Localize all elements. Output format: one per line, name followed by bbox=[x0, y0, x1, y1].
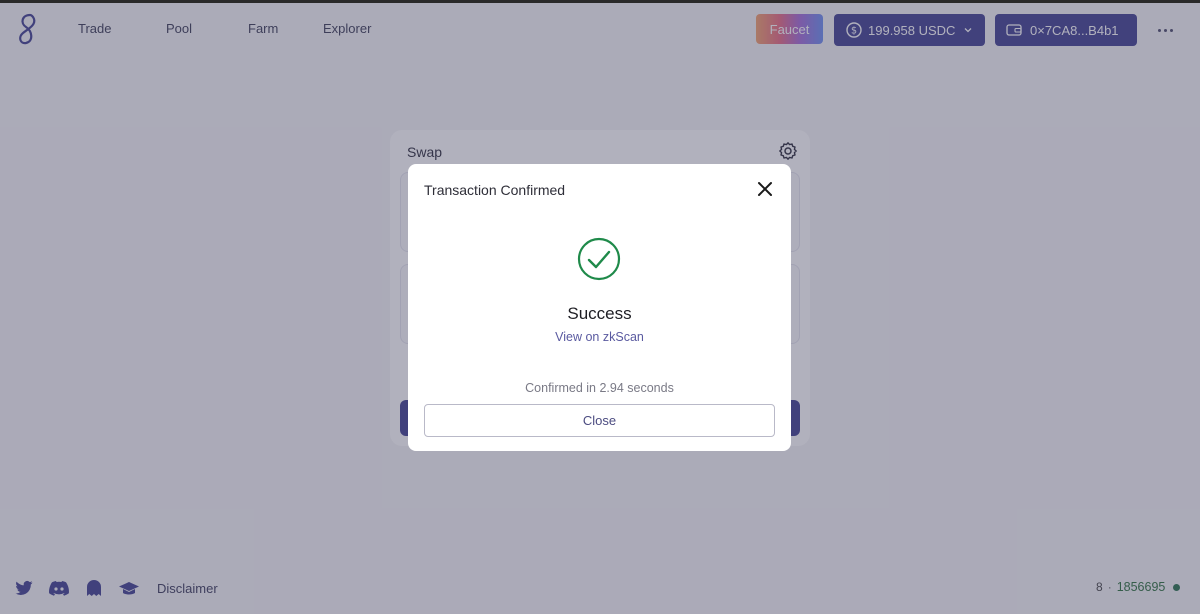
confirmation-time: Confirmed in 2.94 seconds bbox=[525, 381, 674, 395]
close-button-label: Close bbox=[582, 413, 617, 428]
view-on-zkscan-link[interactable]: View on zkScan bbox=[408, 330, 791, 344]
close-icon[interactable] bbox=[756, 180, 774, 198]
transaction-modal: Transaction Confirmed Success View on zk… bbox=[408, 164, 791, 451]
close-button[interactable]: Close bbox=[424, 404, 775, 437]
check-circle-icon bbox=[577, 237, 621, 281]
modal-title: Transaction Confirmed bbox=[424, 182, 566, 198]
success-title: Success bbox=[567, 304, 632, 323]
